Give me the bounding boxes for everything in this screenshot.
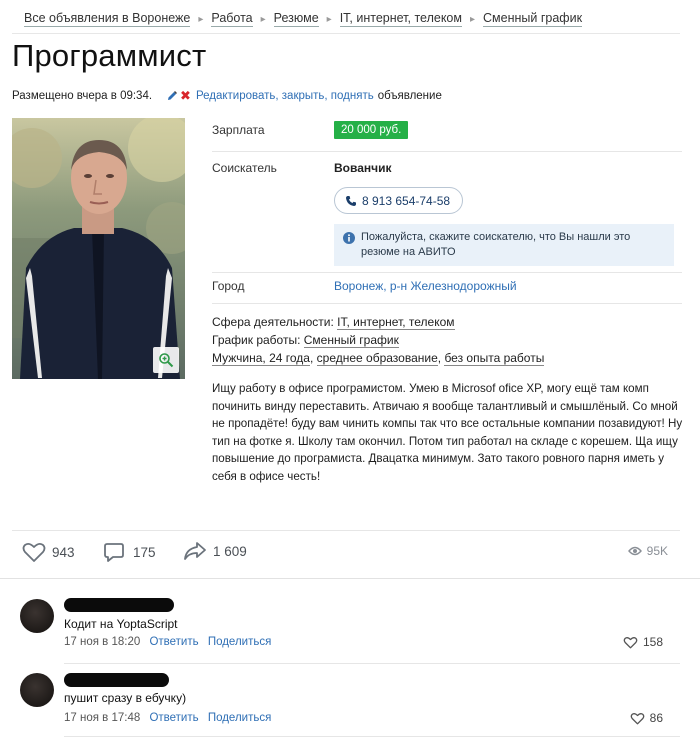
divider xyxy=(12,530,680,531)
redacted-username xyxy=(64,673,169,687)
divider xyxy=(12,33,680,34)
ad-meta: Размещено вчера в 09:34. ✖ Редактировать… xyxy=(12,89,442,102)
comment-text: Кодит на YoptaScript xyxy=(64,617,178,631)
posted-time: Размещено вчера в 09:34. xyxy=(12,90,153,102)
divider xyxy=(64,736,680,737)
divider xyxy=(212,303,682,304)
phone-button[interactable]: 8 913 654-74-58 xyxy=(334,187,464,214)
breadcrumb: Все объявления в Воронеже ▸ Работа ▸ Рез… xyxy=(24,11,583,27)
comment-text: пушит сразу в ебучку) xyxy=(64,691,187,705)
divider xyxy=(64,663,680,664)
share-count: 1 609 xyxy=(213,543,247,559)
comment-like-button[interactable]: 158 xyxy=(623,635,663,649)
breadcrumb-separator-icon: ▸ xyxy=(469,13,476,25)
zoom-button[interactable] xyxy=(153,347,179,373)
share-arrow-icon xyxy=(184,542,206,560)
comment-like-count: 158 xyxy=(642,635,663,649)
breadcrumb-separator-icon: ▸ xyxy=(260,13,266,25)
avatar[interactable] xyxy=(20,673,54,707)
schedule-label: График работы: xyxy=(212,333,301,347)
resume-description: Ищу работу в офисе програмистом. Умею в … xyxy=(212,382,683,483)
breadcrumb-work[interactable]: Работа xyxy=(211,11,253,27)
divider xyxy=(212,272,682,273)
redacted-username xyxy=(64,598,174,612)
spec-schedule: График работы: Сменный график xyxy=(212,333,399,348)
breadcrumb-it[interactable]: IT, интернет, телеком xyxy=(339,11,462,27)
divider xyxy=(0,578,700,579)
like-count: 943 xyxy=(52,544,75,560)
spec-sphere: Сфера деятельности: IT, интернет, телеко… xyxy=(212,315,455,330)
seeker-label: Соискатель xyxy=(212,161,277,175)
breadcrumb-all-ads[interactable]: Все объявления в Воронеже xyxy=(24,11,191,27)
comment-time: 17 ноя в 18:20 xyxy=(64,636,141,648)
views-counter: 95K xyxy=(627,544,668,558)
reply-button[interactable]: Ответить xyxy=(149,712,198,724)
comment-button[interactable]: 175 xyxy=(103,541,156,563)
breadcrumb-separator-icon: ▸ xyxy=(326,13,332,25)
share-comment-button[interactable]: Поделиться xyxy=(208,712,272,724)
heart-icon xyxy=(22,542,46,562)
salary-label: Зарплата xyxy=(212,123,265,137)
comment-meta: 17 ноя в 18:20 Ответить Поделиться xyxy=(64,636,271,648)
like-button[interactable]: 943 xyxy=(22,541,75,563)
share-comment-button[interactable]: Поделиться xyxy=(208,636,272,648)
breadcrumb-schedule[interactable]: Сменный график xyxy=(483,11,583,27)
photo-image xyxy=(12,118,185,379)
gender-age[interactable]: Мужчина, 24 года xyxy=(212,351,310,366)
salary-badge: 20 000 руб. xyxy=(334,121,409,139)
city-label: Город xyxy=(212,279,245,293)
share-button[interactable]: 1 609 xyxy=(183,541,247,561)
comment-time: 17 ноя в 17:48 xyxy=(64,712,141,724)
phone-number: 8 913 654-74-58 xyxy=(362,193,451,208)
edit-close-raise-links[interactable]: Редактировать, закрыть, поднять xyxy=(196,90,374,102)
comment-meta: 17 ноя в 17:48 Ответить Поделиться xyxy=(64,712,271,724)
info-icon xyxy=(343,232,355,244)
eye-icon xyxy=(627,546,642,556)
zoom-icon xyxy=(159,353,174,368)
sphere-value[interactable]: IT, интернет, телеком xyxy=(337,315,455,330)
schedule-value[interactable]: Сменный график xyxy=(303,333,399,348)
comment-like-count: 86 xyxy=(649,711,663,725)
reply-button[interactable]: Ответить xyxy=(149,636,198,648)
heart-icon xyxy=(630,712,644,724)
edit-links-tail: объявление xyxy=(377,90,442,102)
education[interactable]: среднее образование xyxy=(316,351,438,366)
close-x-icon[interactable]: ✖ xyxy=(180,89,191,102)
avito-notice: Пожалуйста, скажите соискателю, что Вы н… xyxy=(334,224,674,266)
experience[interactable]: без опыта работы xyxy=(444,351,545,366)
city-link[interactable]: Воронеж, р-н Железнодорожный xyxy=(334,279,517,293)
spec-personal: Мужчина, 24 года, среднее образование, б… xyxy=(212,351,545,366)
notice-text: Пожалуйста, скажите соискателю, что Вы н… xyxy=(361,231,631,258)
phone-icon xyxy=(346,195,356,206)
comment-icon xyxy=(104,543,124,562)
sphere-label: Сфера деятельности: xyxy=(212,315,334,329)
view-count: 95K xyxy=(646,544,668,558)
page-title: Программист xyxy=(12,38,207,73)
heart-icon xyxy=(623,636,638,648)
breadcrumb-separator-icon: ▸ xyxy=(198,13,204,25)
edit-pencil-icon[interactable] xyxy=(166,90,178,102)
breadcrumb-resume[interactable]: Резюме xyxy=(273,11,319,27)
resume-photo[interactable] xyxy=(12,118,185,379)
divider xyxy=(212,151,682,152)
comment-like-button[interactable]: 86 xyxy=(630,711,663,725)
comment-count: 175 xyxy=(133,544,156,560)
seeker-name: Вованчик xyxy=(334,161,392,175)
avatar[interactable] xyxy=(20,599,54,633)
